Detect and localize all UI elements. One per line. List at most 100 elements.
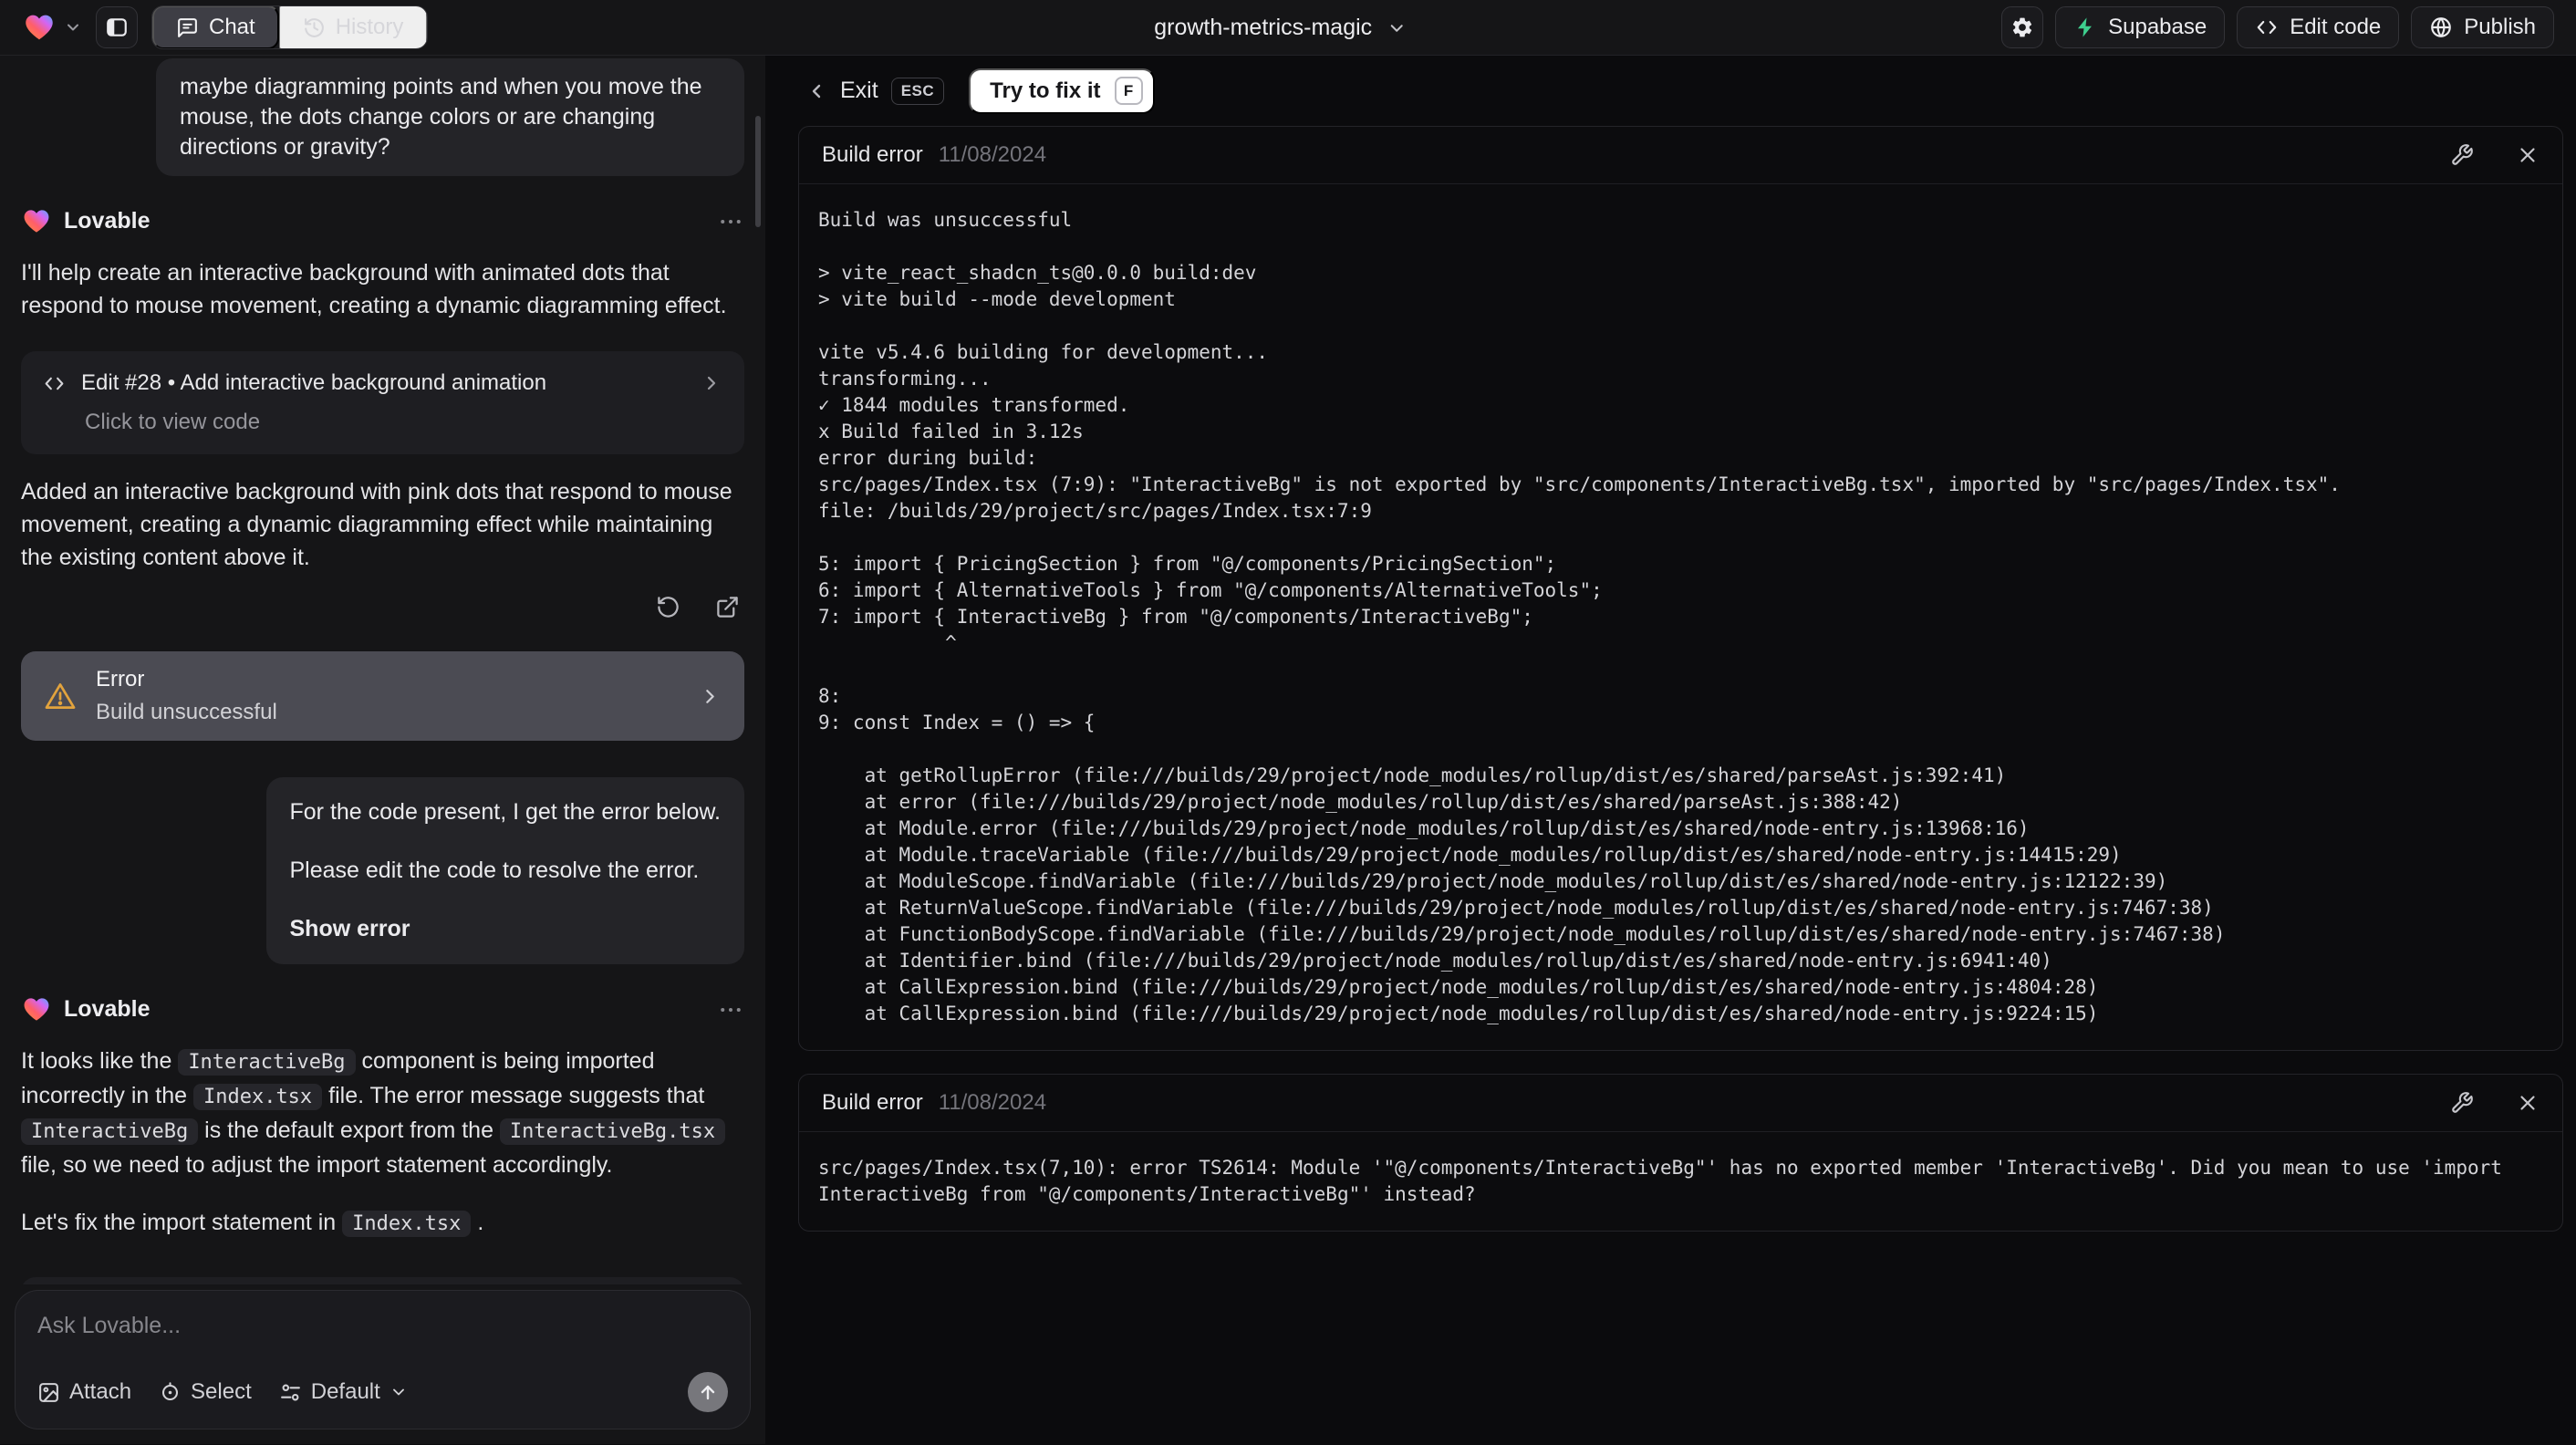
build-error-panel-2: Build error 11/08/2024 src/pages/Index.t… <box>798 1074 2563 1232</box>
chat-thread: maybe diagramming points and when you mo… <box>0 56 765 1284</box>
project-name: growth-metrics-magic <box>1154 15 1373 40</box>
composer: Ask Lovable... Attach Select Default <box>0 1284 765 1444</box>
preview-pane: Exit ESC Try to fix it F Build error 11/… <box>765 56 2576 1444</box>
open-external-icon[interactable] <box>710 589 744 624</box>
chevron-down-icon <box>1387 18 1407 38</box>
fix-button-label: Try to fix it <box>990 78 1101 103</box>
history-clock-icon <box>303 16 326 39</box>
sliders-icon <box>279 1381 302 1404</box>
lovable-heart-icon <box>21 995 52 1024</box>
build-error-console: src/pages/Index.tsx(7,10): error TS2614:… <box>818 1157 2514 1205</box>
composer-box: Ask Lovable... Attach Select Default <box>15 1290 751 1429</box>
esc-key-badge: ESC <box>890 77 945 105</box>
supabase-label: Supabase <box>2108 15 2207 39</box>
attach-image-icon <box>37 1381 60 1404</box>
assistant-header: Lovable <box>21 207 744 235</box>
edit-card-28[interactable]: Edit #28 • Add interactive background an… <box>21 351 744 454</box>
warning-triangle-icon <box>44 680 77 712</box>
supabase-button[interactable]: Supabase <box>2055 6 2226 48</box>
attach-label: Attach <box>69 1379 132 1404</box>
exit-label: Exit <box>840 78 878 103</box>
assistant-message-rich: It looks like the InteractiveBg componen… <box>21 1045 744 1181</box>
assistant-header: Lovable <box>21 995 744 1024</box>
wrench-icon[interactable] <box>2450 143 2474 167</box>
preview-header: Exit ESC Try to fix it F <box>798 56 2563 126</box>
close-icon[interactable] <box>2516 143 2540 167</box>
error-card-title: Error <box>96 667 145 691</box>
user-message: maybe diagramming points and when you mo… <box>156 58 744 176</box>
sidebar-toggle-button[interactable] <box>96 6 138 48</box>
assistant-message: Added an interactive background with pin… <box>21 479 732 570</box>
edit-card-29[interactable]: Edit #29 • Fix import error for Interact… <box>21 1277 744 1284</box>
chat-bubble-icon <box>176 16 199 39</box>
main-layout: maybe diagramming points and when you mo… <box>0 56 2576 1444</box>
lovable-logo-icon <box>22 12 57 43</box>
mode-dropdown[interactable]: Default <box>279 1379 408 1405</box>
edit-card-subtitle: Click to view code <box>85 410 261 434</box>
settings-button[interactable] <box>2001 6 2044 48</box>
lovable-app: Chat History growth-metrics-magic Supaba… <box>0 0 2576 1444</box>
tab-history-label: History <box>335 15 404 39</box>
supabase-bolt-icon <box>2073 16 2097 39</box>
error-status-card[interactable]: Error Build unsuccessful <box>21 651 744 741</box>
chevron-right-icon <box>701 372 722 394</box>
publish-button[interactable]: Publish <box>2411 6 2554 48</box>
build-error-header: Build error 11/08/2024 <box>799 127 2562 184</box>
more-options-icon[interactable] <box>717 208 744 235</box>
code-brackets-icon <box>43 372 66 395</box>
edit-card-title: Edit #28 • Add interactive background an… <box>81 370 547 395</box>
show-error-link[interactable]: Show error <box>290 914 722 944</box>
publish-label: Publish <box>2464 15 2536 39</box>
tab-history[interactable]: History <box>278 6 428 48</box>
chevron-left-icon <box>805 80 827 102</box>
select-element-button[interactable]: Select <box>159 1379 252 1405</box>
f-key-badge: F <box>1114 77 1143 105</box>
message-actions <box>21 589 744 624</box>
chat-sidebar: maybe diagramming points and when you mo… <box>0 56 765 1444</box>
chat-input[interactable]: Ask Lovable... <box>37 1313 728 1339</box>
user-message: For the code present, I get the error be… <box>265 777 744 964</box>
assistant-name: Lovable <box>64 996 151 1022</box>
restore-version-icon[interactable] <box>650 589 685 624</box>
chat-scrollbar-thumb[interactable] <box>755 116 761 227</box>
build-error-title: Build error <box>822 1090 923 1115</box>
build-error-console: Build was unsuccessful > vite_react_shad… <box>818 209 2341 1024</box>
assistant-message-rich: Let's fix the import statement in Index.… <box>21 1210 484 1237</box>
select-label: Select <box>191 1379 252 1404</box>
user-message-line: For the code present, I get the error be… <box>289 799 722 825</box>
topbar-right: Supabase Edit code Publish <box>2001 6 2554 48</box>
build-error-date: 11/08/2024 <box>938 1090 1047 1115</box>
close-icon[interactable] <box>2516 1091 2540 1115</box>
wrench-icon[interactable] <box>2450 1091 2474 1115</box>
try-to-fix-button[interactable]: Try to fix it F <box>969 68 1155 114</box>
topbar: Chat History growth-metrics-magic Supaba… <box>0 0 2576 56</box>
tab-chat-label: Chat <box>209 15 255 39</box>
code-brackets-icon <box>2255 16 2279 39</box>
chat-history-tabs: Chat History <box>151 5 429 49</box>
topbar-left: Chat History <box>22 5 429 49</box>
target-icon <box>159 1381 182 1404</box>
globe-icon <box>2429 16 2453 39</box>
build-error-header: Build error 11/08/2024 <box>799 1075 2562 1132</box>
lovable-heart-icon <box>21 207 52 235</box>
panel-left-icon <box>105 16 129 39</box>
more-options-icon[interactable] <box>717 996 744 1024</box>
build-error-title: Build error <box>822 142 923 167</box>
send-button[interactable] <box>688 1372 728 1412</box>
edit-code-label: Edit code <box>2290 15 2382 39</box>
user-message-line: Please edit the code to resolve the erro… <box>289 858 700 883</box>
workspace-menu[interactable] <box>22 12 82 43</box>
build-error-date: 11/08/2024 <box>938 142 1047 167</box>
attach-button[interactable]: Attach <box>37 1379 131 1405</box>
build-error-panel-1: Build error 11/08/2024 Build was unsucce… <box>798 126 2563 1051</box>
assistant-message: I'll help create an interactive backgrou… <box>21 260 727 318</box>
chevron-right-icon <box>699 685 722 708</box>
assistant-name: Lovable <box>64 208 151 234</box>
chevron-down-icon <box>390 1383 408 1401</box>
edit-code-button[interactable]: Edit code <box>2237 6 2400 48</box>
error-card-subtitle: Build unsuccessful <box>96 700 277 724</box>
exit-button[interactable]: Exit ESC <box>805 77 945 105</box>
project-switcher[interactable]: growth-metrics-magic <box>1154 0 1407 56</box>
tab-chat[interactable]: Chat <box>152 6 279 48</box>
mode-label: Default <box>310 1379 380 1404</box>
